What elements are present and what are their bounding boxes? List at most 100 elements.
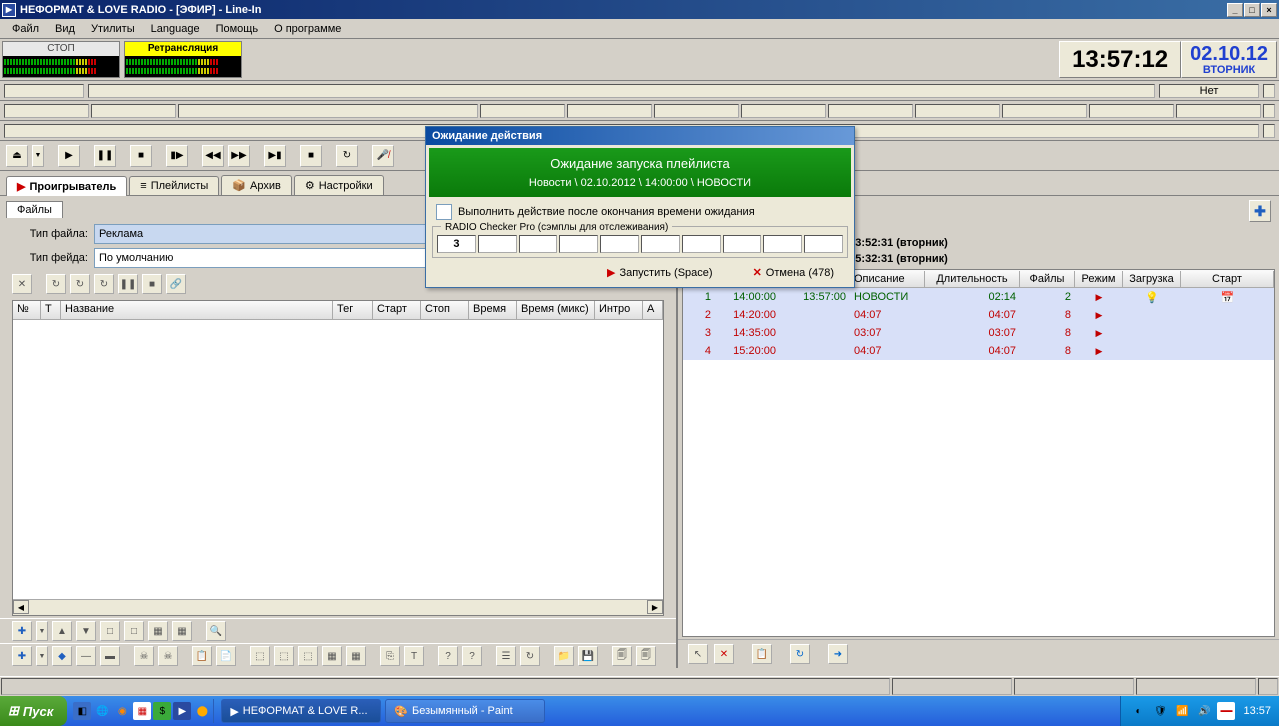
cursor-button[interactable]: ↖ <box>688 644 708 664</box>
minimize-button[interactable]: _ <box>1227 3 1243 17</box>
cancel-button[interactable]: ✕Отмена (478) <box>753 266 834 279</box>
tb-btn[interactable]: — <box>76 646 96 666</box>
menu-file[interactable]: Файл <box>4 21 47 37</box>
tray-icon[interactable]: 🛡 <box>1151 702 1169 720</box>
tb-btn[interactable]: 🗐 <box>636 646 656 666</box>
forward-button[interactable]: ▶▶ <box>228 145 250 167</box>
skull1-icon[interactable]: ☠ <box>134 646 154 666</box>
link-button[interactable]: 🔗 <box>166 274 186 294</box>
stop-next-button[interactable]: ▮▶ <box>166 145 188 167</box>
run-pl-button[interactable]: ➜ <box>828 644 848 664</box>
next-button[interactable]: ▶▮ <box>264 145 286 167</box>
rcol-dur[interactable]: Длительность <box>925 271 1020 287</box>
tb-btn[interactable]: 📁 <box>554 646 574 666</box>
tb-btn[interactable]: ? <box>462 646 482 666</box>
ql-icon[interactable]: ◉ <box>113 702 131 720</box>
rcol-files[interactable]: Файлы <box>1020 271 1075 287</box>
pause2-button[interactable]: ❚❚ <box>118 274 138 294</box>
ql-icon[interactable]: ▶ <box>173 702 191 720</box>
scroll-right-button[interactable]: ▶ <box>647 600 663 614</box>
tb-btn[interactable]: T <box>404 646 424 666</box>
taskbar-app-2[interactable]: 🎨 Безымянный - Paint <box>385 699 545 723</box>
after-timeout-checkbox[interactable] <box>436 204 452 220</box>
subtab-files[interactable]: Файлы <box>6 201 63 218</box>
tab-archive[interactable]: 📦Архив <box>221 175 292 195</box>
col-time[interactable]: Время <box>469 301 517 319</box>
stop2-button[interactable]: ■ <box>300 145 322 167</box>
dropdown-button[interactable]: ▼ <box>32 145 44 167</box>
playlist-row[interactable]: 114:00:0013:57:00НОВОСТИ02:142▶💡📅 <box>683 288 1274 306</box>
stop-button[interactable]: ■ <box>130 145 152 167</box>
maximize-button[interactable]: □ <box>1244 3 1260 17</box>
rcol-load[interactable]: Загрузка <box>1123 271 1181 287</box>
tb-btn[interactable]: ▬ <box>100 646 120 666</box>
playlist-row[interactable]: 214:20:0004:0704:078▶ <box>683 306 1274 324</box>
refresh3-button[interactable]: ↻ <box>94 274 114 294</box>
tb-btn[interactable]: ◆ <box>52 646 72 666</box>
start-button[interactable]: ⊞ Пуск <box>0 696 67 726</box>
col-a[interactable]: А <box>643 301 663 319</box>
ql-icon[interactable]: $ <box>153 702 171 720</box>
tb-btn[interactable]: 📄 <box>216 646 236 666</box>
refresh2-button[interactable]: ↻ <box>70 274 90 294</box>
tab-settings[interactable]: ⚙Настройки <box>294 175 384 195</box>
tb-btn[interactable]: 🗐 <box>612 646 632 666</box>
rcol-start[interactable]: Старт <box>1181 271 1274 287</box>
tb-btn[interactable]: ▦ <box>346 646 366 666</box>
tb-btn[interactable]: ? <box>438 646 458 666</box>
tray-icon[interactable]: ◐ <box>1129 702 1147 720</box>
col-num[interactable]: № <box>13 301 41 319</box>
search-button[interactable]: 🔍 <box>206 621 226 641</box>
add2-dd-button[interactable]: ▼ <box>36 646 48 666</box>
tb-btn[interactable]: ▦ <box>172 621 192 641</box>
playlist-row[interactable]: 415:20:0004:0704:078▶ <box>683 342 1274 360</box>
tb-btn[interactable]: ▦ <box>322 646 342 666</box>
tb-btn[interactable]: ⬚ <box>250 646 270 666</box>
refresh-pl-button[interactable]: ↻ <box>790 644 810 664</box>
tray-icon[interactable]: 📶 <box>1173 702 1191 720</box>
tab-player[interactable]: ▶Проигрыватель <box>6 176 127 196</box>
launch-button[interactable]: ▶Запустить (Space) <box>607 266 713 279</box>
add-button[interactable]: ✚ <box>12 621 32 641</box>
menu-view[interactable]: Вид <box>47 21 83 37</box>
ql-ie-icon[interactable]: 🌐 <box>93 702 111 720</box>
pause-button[interactable]: ❚❚ <box>94 145 116 167</box>
rcol-mode[interactable]: Режим <box>1075 271 1123 287</box>
tb-btn[interactable]: □ <box>100 621 120 641</box>
col-t[interactable]: Т <box>41 301 61 319</box>
playlist-row[interactable]: 314:35:0003:0703:078▶ <box>683 324 1274 342</box>
menu-language[interactable]: Language <box>143 21 208 37</box>
delete-button[interactable]: ✕ <box>12 274 32 294</box>
close-button[interactable]: × <box>1261 3 1277 17</box>
add-dd-button[interactable]: ▼ <box>36 621 48 641</box>
tb-btn[interactable]: 📋 <box>192 646 212 666</box>
menu-about[interactable]: О программе <box>266 21 349 37</box>
col-stop[interactable]: Стоп <box>421 301 469 319</box>
tb-btn[interactable]: □ <box>124 621 144 641</box>
tray-lang-icon[interactable]: ▬▬ <box>1217 702 1235 720</box>
add-playlist-button[interactable]: ✚ <box>1249 200 1271 222</box>
ql-icon[interactable]: ▦ <box>133 702 151 720</box>
skull2-icon[interactable]: ☠ <box>158 646 178 666</box>
tb-btn[interactable]: ☰ <box>496 646 516 666</box>
delete-pl-button[interactable]: ✕ <box>714 644 734 664</box>
col-tag[interactable]: Тег <box>333 301 373 319</box>
stop3-button[interactable]: ■ <box>142 274 162 294</box>
copy-pl-button[interactable]: 📋 <box>752 644 772 664</box>
add2-button[interactable]: ✚ <box>12 646 32 666</box>
rewind-button[interactable]: ◀◀ <box>202 145 224 167</box>
tb-btn[interactable]: ↻ <box>520 646 540 666</box>
ql-icon[interactable]: ⬤ <box>193 702 211 720</box>
refresh1-button[interactable]: ↻ <box>46 274 66 294</box>
ql-icon[interactable]: ◧ <box>73 702 91 720</box>
menu-help[interactable]: Помощь <box>208 21 267 37</box>
down-button[interactable]: ▼ <box>76 621 96 641</box>
tb-btn[interactable]: ▦ <box>148 621 168 641</box>
tb-btn[interactable]: ⎘ <box>380 646 400 666</box>
tab-playlists[interactable]: ≡Плейлисты <box>129 176 219 195</box>
scroll-left-button[interactable]: ◀ <box>13 600 29 614</box>
menu-utilities[interactable]: Утилиты <box>83 21 143 37</box>
col-name[interactable]: Название <box>61 301 333 319</box>
up-button[interactable]: ▲ <box>52 621 72 641</box>
col-start[interactable]: Старт <box>373 301 421 319</box>
